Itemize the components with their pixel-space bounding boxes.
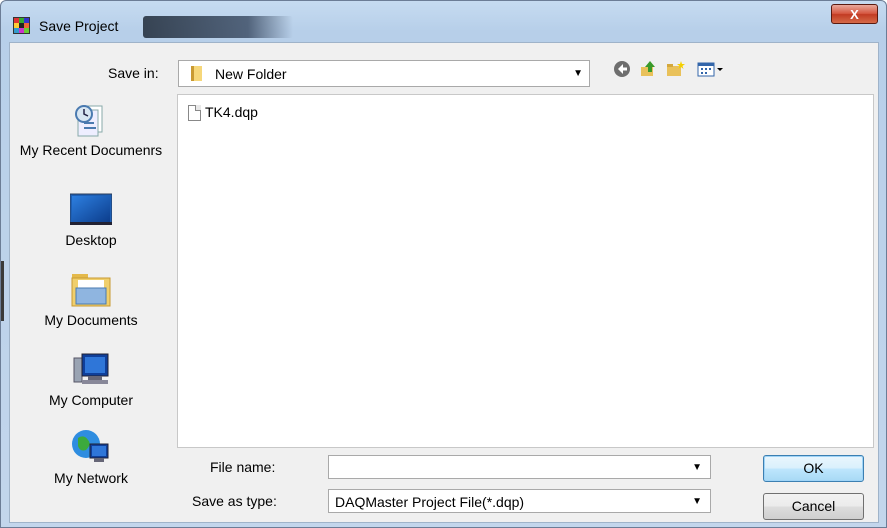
dialog-body: Save in: New Folder ▼ My Recent Documenr… xyxy=(9,42,879,523)
place-my-documents[interactable]: My Documents xyxy=(14,270,168,328)
save-in-value: New Folder xyxy=(215,66,287,82)
my-documents-icon xyxy=(70,270,112,308)
file-name-input[interactable] xyxy=(329,456,677,478)
file-name-text: TK4.dqp xyxy=(205,104,258,120)
back-icon[interactable] xyxy=(612,60,632,80)
place-my-computer[interactable]: My Computer xyxy=(14,350,168,408)
place-label: My Computer xyxy=(48,392,134,408)
cancel-button[interactable]: Cancel xyxy=(763,493,864,520)
new-folder-icon[interactable] xyxy=(666,60,686,80)
up-folder-icon[interactable] xyxy=(638,60,658,80)
my-network-icon xyxy=(70,428,112,466)
window-edge-shadow xyxy=(1,261,4,321)
save-as-type-dropdown[interactable]: DAQMaster Project File(*.dqp) ▼ xyxy=(328,489,711,513)
recent-documents-icon xyxy=(70,100,112,138)
save-project-dialog: Save Project X Save in: New Folder ▼ My … xyxy=(0,0,887,528)
places-bar: My Recent Documenrs Desktop My Documents… xyxy=(14,92,168,522)
title-bar-highlight xyxy=(143,16,293,38)
place-label: My Recent Documenrs xyxy=(19,142,163,158)
chevron-down-icon[interactable]: ▼ xyxy=(692,462,702,473)
file-name-field[interactable]: ▼ xyxy=(328,455,711,479)
place-desktop[interactable]: Desktop xyxy=(14,190,168,248)
title-bar[interactable]: Save Project X xyxy=(1,1,886,41)
view-menu-icon[interactable] xyxy=(696,60,726,80)
save-as-type-value: DAQMaster Project File(*.dqp) xyxy=(335,494,525,510)
file-list[interactable]: TK4.dqp xyxy=(177,94,874,448)
place-label: My Documents xyxy=(44,312,138,328)
ok-button[interactable]: OK xyxy=(763,455,864,482)
chevron-down-icon: ▼ xyxy=(692,496,702,507)
app-icon xyxy=(13,17,30,34)
save-in-label: Save in: xyxy=(108,65,159,81)
close-button[interactable]: X xyxy=(831,4,878,24)
desktop-icon xyxy=(69,190,113,228)
save-in-dropdown[interactable]: New Folder ▼ xyxy=(178,60,590,87)
place-label: Desktop xyxy=(65,232,117,248)
window-title: Save Project xyxy=(37,15,131,37)
file-name-label: File name: xyxy=(210,459,276,475)
save-as-type-label: Save as type: xyxy=(192,493,277,509)
place-label: My Network xyxy=(54,470,128,486)
place-my-recent-documents[interactable]: My Recent Documenrs xyxy=(14,100,168,158)
document-icon xyxy=(188,105,201,121)
chevron-down-icon: ▼ xyxy=(573,68,583,79)
folder-icon xyxy=(191,66,202,81)
my-computer-icon xyxy=(70,350,112,388)
place-my-network[interactable]: My Network xyxy=(14,428,168,486)
